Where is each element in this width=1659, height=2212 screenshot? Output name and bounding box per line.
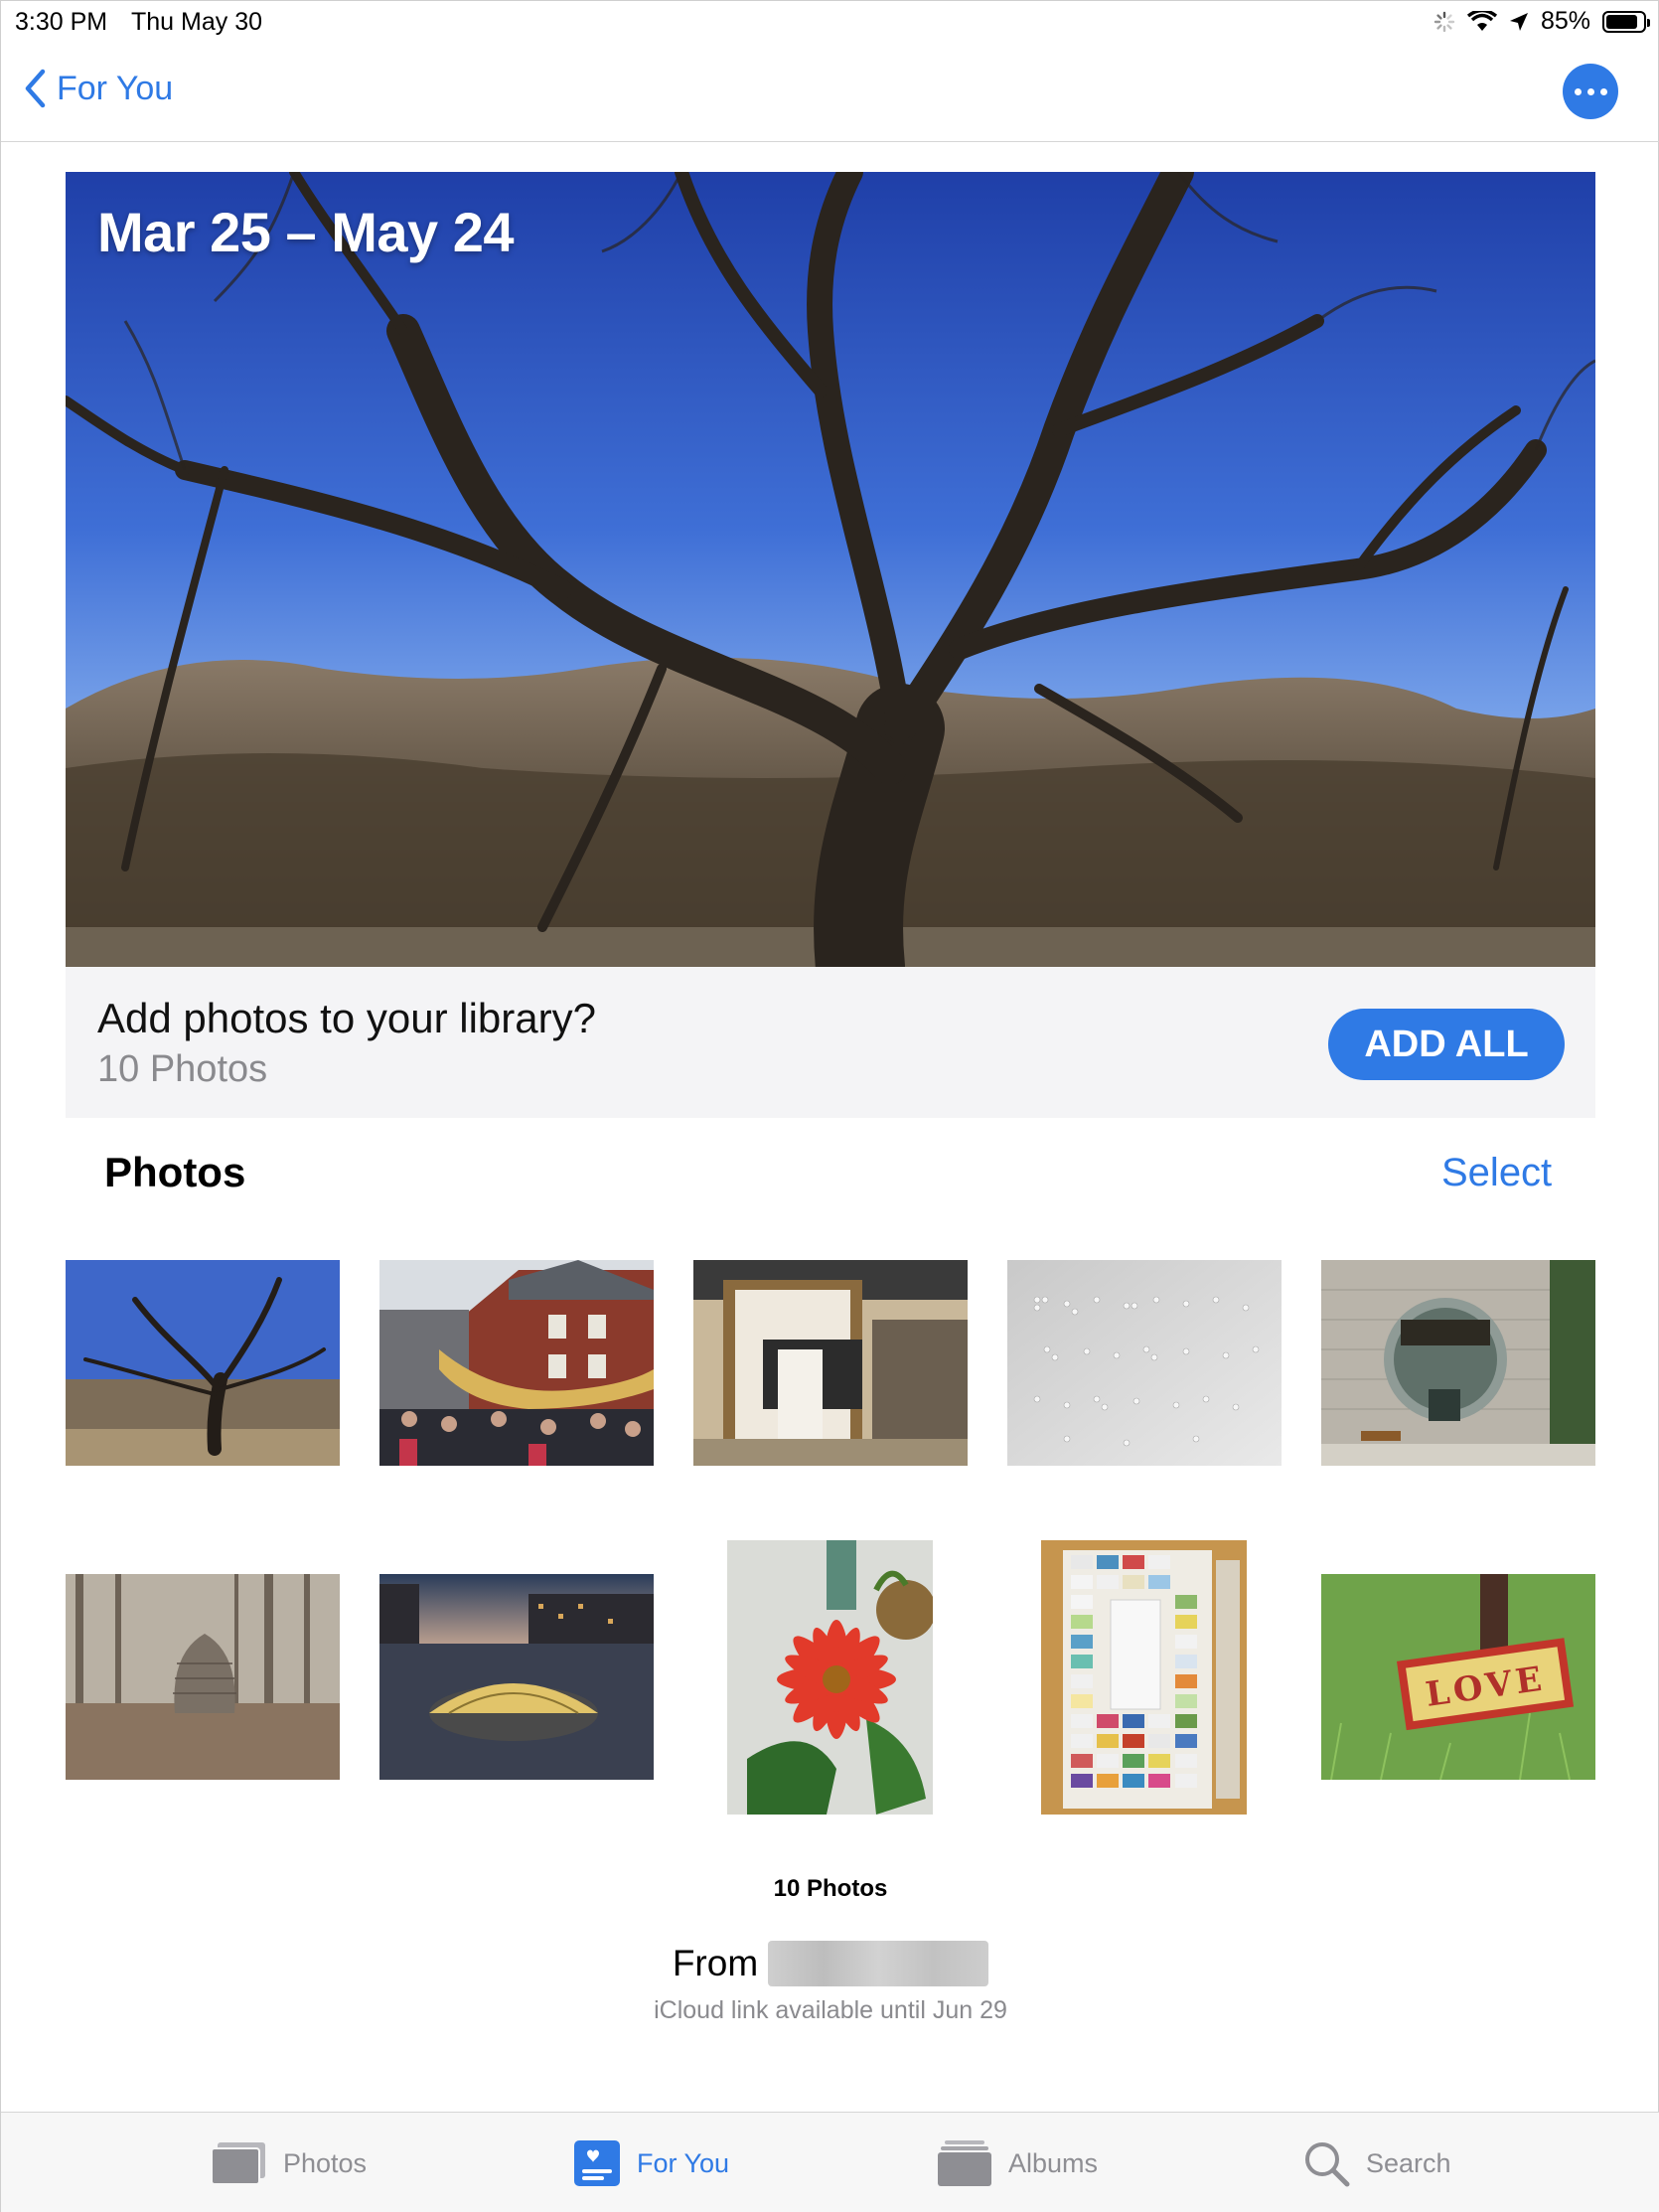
status-time: 3:30 PM <box>15 8 108 36</box>
shared-album-screen: 3:30 PM Thu May 30 85% For You Mar 25 – … <box>0 0 1659 2212</box>
photo-thumbnail-flower[interactable] <box>727 1540 933 1815</box>
back-label: For You <box>57 69 174 107</box>
photo-thumbnail-round-window[interactable] <box>1321 1260 1595 1466</box>
tab-search-label: Search <box>1366 2147 1451 2178</box>
tree-photo-image <box>66 172 1595 967</box>
navigation-bar: For You <box>1 41 1659 142</box>
tab-for-you-label: For You <box>637 2147 730 2178</box>
photo-thumbnail-cairn[interactable] <box>66 1574 340 1780</box>
tab-photos[interactable]: Photos <box>210 2113 367 2212</box>
tab-albums[interactable]: Albums <box>937 2113 1098 2212</box>
photo-thumbnail-parade[interactable] <box>379 1260 654 1466</box>
tab-bar: Photos For You Albums Search <box>1 2112 1659 2212</box>
add-all-button[interactable]: ADD ALL <box>1328 1009 1565 1080</box>
select-button[interactable]: Select <box>1441 1151 1552 1195</box>
add-photos-panel: Add photos to your library? 10 Photos AD… <box>66 967 1595 1118</box>
photo-thumbnail-braille[interactable] <box>1007 1260 1282 1466</box>
photo-thumbnail-love-sign[interactable]: LOVE <box>1321 1574 1595 1780</box>
status-bar: 3:30 PM Thu May 30 85% <box>1 1 1659 41</box>
icloud-link-note: iCloud link available until Jun 29 <box>654 1996 1007 2024</box>
ellipsis-icon <box>1574 87 1582 95</box>
shared-from-row: From <box>1 1941 1659 1986</box>
activity-spinner-icon <box>1433 11 1455 32</box>
memory-date-range: Mar 25 – May 24 <box>97 201 514 263</box>
chevron-left-icon <box>25 69 46 108</box>
tab-albums-label: Albums <box>1008 2147 1099 2178</box>
location-arrow-icon <box>1509 12 1528 31</box>
photo-thumbnail-tree[interactable] <box>66 1260 340 1466</box>
battery-percent: 85% <box>1540 7 1590 35</box>
tab-for-you[interactable]: For You <box>573 2113 729 2212</box>
albums-icon <box>938 2140 991 2186</box>
photo-thumbnail-dome[interactable] <box>379 1574 654 1780</box>
wifi-icon <box>1466 10 1497 31</box>
status-icons: 85% <box>1433 7 1650 36</box>
add-photos-count: 10 Photos <box>97 1048 268 1090</box>
search-icon <box>1305 2142 1350 2187</box>
tab-search[interactable]: Search <box>1302 2113 1451 2212</box>
add-photos-prompt: Add photos to your library? <box>97 995 596 1041</box>
photo-thumbnail-permits[interactable] <box>1041 1540 1247 1815</box>
redacted-sender-name <box>768 1941 989 1986</box>
photo-count-label: 10 Photos <box>773 1875 888 1902</box>
tab-photos-label: Photos <box>283 2147 368 2178</box>
more-options-button[interactable] <box>1563 64 1618 119</box>
back-button[interactable]: For You <box>23 69 173 108</box>
for-you-icon <box>574 2140 620 2186</box>
battery-icon <box>1602 10 1650 33</box>
photos-section-title: Photos <box>104 1149 246 1195</box>
status-date: Thu May 30 <box>131 8 263 36</box>
photos-stack-icon <box>211 2142 265 2185</box>
photo-thumbnail-printer[interactable] <box>693 1260 968 1466</box>
hero-photo[interactable]: Mar 25 – May 24 <box>66 172 1595 967</box>
from-label: From <box>672 1943 759 1983</box>
